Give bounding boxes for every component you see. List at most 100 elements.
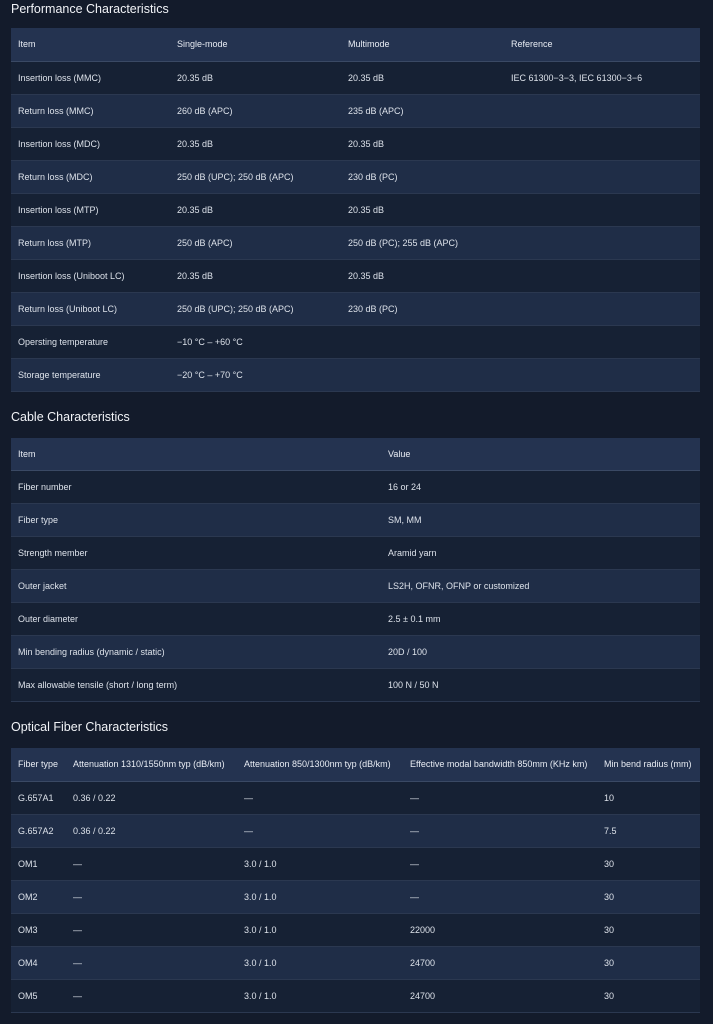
table-cell: Outer diameter	[11, 602, 381, 636]
table-cell: Return loss (Uniboot LC)	[11, 292, 170, 326]
table-cell: 100 N / 50 N	[381, 668, 700, 702]
table-cell: LS2H, OFNR, OFNP or customized	[381, 569, 700, 603]
table-cell: 24700	[403, 946, 597, 980]
table-row: Insertion loss (MTP) 20.35 dB 20.35 dB	[11, 193, 700, 227]
table-row: Outer diameter 2.5 ± 0.1 mm	[11, 602, 700, 636]
table-row: Return loss (MDC) 250 dB (UPC); 250 dB (…	[11, 160, 700, 194]
table-cell	[504, 259, 700, 293]
table-cell: 3.0 / 1.0	[237, 847, 403, 881]
table-cell: 3.0 / 1.0	[237, 979, 403, 1013]
column-header: Attenuation 850/1300nm typ (dB/km)	[237, 748, 403, 782]
table-cell	[504, 127, 700, 161]
column-header: Min bend radius (mm)	[597, 748, 700, 782]
table-cell	[504, 94, 700, 128]
table-row: OM5 — 3.0 / 1.0 24700 30	[11, 979, 700, 1013]
table-cell: 30	[597, 847, 700, 881]
table-cell: OM2	[11, 880, 66, 914]
table-row: Return loss (Uniboot LC) 250 dB (UPC); 2…	[11, 292, 700, 326]
table-cell	[504, 292, 700, 326]
table-cell: —	[66, 913, 237, 947]
column-header: Value	[381, 437, 700, 471]
table-cell: Fiber number	[11, 470, 381, 504]
table-cell	[504, 193, 700, 227]
table-cell: —	[66, 946, 237, 980]
table-cell	[504, 325, 700, 359]
table-cell: SM, MM	[381, 503, 700, 537]
column-header: Fiber type	[11, 748, 66, 782]
table-cell: Insertion loss (MTP)	[11, 193, 170, 227]
table-cell: Return loss (MMC)	[11, 94, 170, 128]
table-cell: 20.35 dB	[170, 193, 341, 227]
table-cell: 20.35 dB	[341, 259, 504, 293]
column-header: Item	[11, 437, 381, 471]
table-cell: −10 °C – +60 °C	[170, 325, 341, 359]
column-header: Multimode	[341, 28, 504, 62]
table-row: G.657A2 0.36 / 0.22 — — 7.5	[11, 814, 700, 848]
table-cell: 3.0 / 1.0	[237, 946, 403, 980]
table-cell: —	[66, 880, 237, 914]
table-cell: Opersting temperature	[11, 325, 170, 359]
table-row: Opersting temperature −10 °C – +60 °C	[11, 325, 700, 359]
table-cell: 30	[597, 979, 700, 1013]
table-cell: 20.35 dB	[170, 127, 341, 161]
table-cell: 30	[597, 913, 700, 947]
table-cell: 230 dB (PC)	[341, 292, 504, 326]
optical-title: Optical Fiber Characteristics	[11, 720, 168, 734]
table-cell: —	[66, 979, 237, 1013]
table-row: Fiber type SM, MM	[11, 503, 700, 537]
table-cell	[504, 226, 700, 260]
table-cell: —	[403, 847, 597, 881]
table-cell: 20.35 dB	[170, 259, 341, 293]
spec-page: Performance Characteristics Item Single-…	[0, 1, 713, 1013]
table-cell: —	[237, 814, 403, 848]
table-cell: Return loss (MTP)	[11, 226, 170, 260]
table-cell: 20.35 dB	[170, 61, 341, 95]
table-cell: 30	[597, 946, 700, 980]
cable-title: Cable Characteristics	[11, 409, 130, 424]
table-cell: 20.35 dB	[341, 193, 504, 227]
table-cell: 0.36 / 0.22	[66, 781, 237, 815]
table-cell: Insertion loss (Uniboot LC)	[11, 259, 170, 293]
table-cell: 3.0 / 1.0	[237, 880, 403, 914]
table-cell: Strength member	[11, 536, 381, 570]
table-row: Insertion loss (MMC) 20.35 dB 20.35 dB I…	[11, 61, 700, 95]
performance-title: Performance Characteristics	[11, 2, 169, 16]
table-cell: G.657A1	[11, 781, 66, 815]
table-row: OM3 — 3.0 / 1.0 22000 30	[11, 913, 700, 947]
table-header-row: Fiber type Attenuation 1310/1550nm typ (…	[11, 748, 700, 782]
table-cell: Storage temperature	[11, 358, 170, 392]
table-cell: Min bending radius (dynamic / static)	[11, 635, 381, 669]
performance-table: Item Single-mode Multimode Reference Ins…	[11, 28, 700, 392]
table-cell	[341, 358, 504, 392]
table-cell: —	[403, 880, 597, 914]
table-cell: 250 dB (UPC); 250 dB (APC)	[170, 292, 341, 326]
table-row: OM4 — 3.0 / 1.0 24700 30	[11, 946, 700, 980]
table-cell	[341, 325, 504, 359]
table-cell: Return loss (MDC)	[11, 160, 170, 194]
table-cell: 235 dB (APC)	[341, 94, 504, 128]
table-row: Storage temperature −20 °C – +70 °C	[11, 358, 700, 392]
table-cell: OM1	[11, 847, 66, 881]
table-row: OM2 — 3.0 / 1.0 — 30	[11, 880, 700, 914]
column-header: Attenuation 1310/1550nm typ (dB/km)	[66, 748, 237, 782]
table-cell: Insertion loss (MDC)	[11, 127, 170, 161]
column-header: Item	[11, 28, 170, 62]
column-header: Reference	[504, 28, 700, 62]
table-cell: Fiber type	[11, 503, 381, 537]
table-header-row: Item Value	[11, 437, 700, 471]
optical-table: Fiber type Attenuation 1310/1550nm typ (…	[11, 748, 700, 1013]
table-cell: —	[66, 847, 237, 881]
column-header: Effective modal bandwidth 850mm (KHz km)	[403, 748, 597, 782]
table-row: Outer jacket LS2H, OFNR, OFNP or customi…	[11, 569, 700, 603]
table-cell: 0.36 / 0.22	[66, 814, 237, 848]
column-header: Single-mode	[170, 28, 341, 62]
table-row: Strength member Aramid yarn	[11, 536, 700, 570]
table-row: Fiber number 16 or 24	[11, 470, 700, 504]
table-cell: IEC 61300−3−3, IEC 61300−3−6	[504, 61, 700, 95]
table-row: OM1 — 3.0 / 1.0 — 30	[11, 847, 700, 881]
table-cell: OM4	[11, 946, 66, 980]
table-row: Insertion loss (Uniboot LC) 20.35 dB 20.…	[11, 259, 700, 293]
cable-table: Item Value Fiber number 16 or 24 Fiber t…	[11, 437, 700, 702]
table-cell: 20.35 dB	[341, 61, 504, 95]
performance-section: Performance Characteristics Item Single-…	[11, 1, 702, 392]
